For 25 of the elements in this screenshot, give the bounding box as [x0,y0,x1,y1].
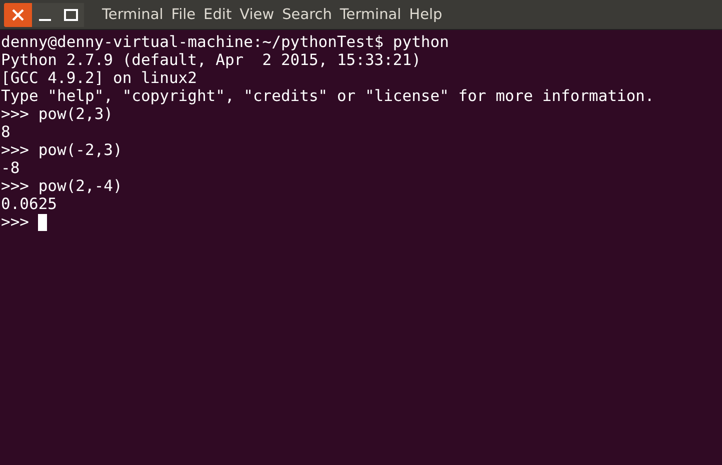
terminal-line: -8 [1,159,21,177]
close-icon [11,8,25,22]
text-cursor [38,214,47,230]
menu-item[interactable]: Terminal [102,6,164,22]
menu-item[interactable]: View [240,6,274,22]
terminal-line: Type "help", "copyright", "credits" or "license" for more information. [1,87,656,105]
terminal-line: 8 [1,123,12,141]
terminal-line: denny@denny-virtual-machine:~/pythonTest$ python [1,33,450,51]
close-button[interactable] [4,2,32,26]
terminal-line: [GCC 4.9.2] on linux2 [1,69,198,87]
minimize-icon [39,18,51,20]
menu-item[interactable]: Search [282,6,332,22]
terminal-prompt: >>> [1,213,29,231]
terminal-line: Python 2.7.9 (default, Apr 2 2015, 15:33:21) [1,51,422,69]
menu-item[interactable]: File [171,6,196,22]
terminal-line: >>> pow(-2,3) [1,141,124,159]
maximize-icon [64,8,78,20]
maximize-button[interactable] [58,2,84,26]
terminal-line: >>> pow(2,-4) [1,177,124,195]
terminal-line: 0.0625 [1,195,58,213]
menu-item[interactable]: Edit [204,6,232,22]
menu-item[interactable]: Help [409,6,442,22]
minimize-button[interactable] [32,2,58,26]
menu-item[interactable]: Terminal [340,6,402,22]
terminal-line: >>> pow(2,3) [1,105,114,123]
